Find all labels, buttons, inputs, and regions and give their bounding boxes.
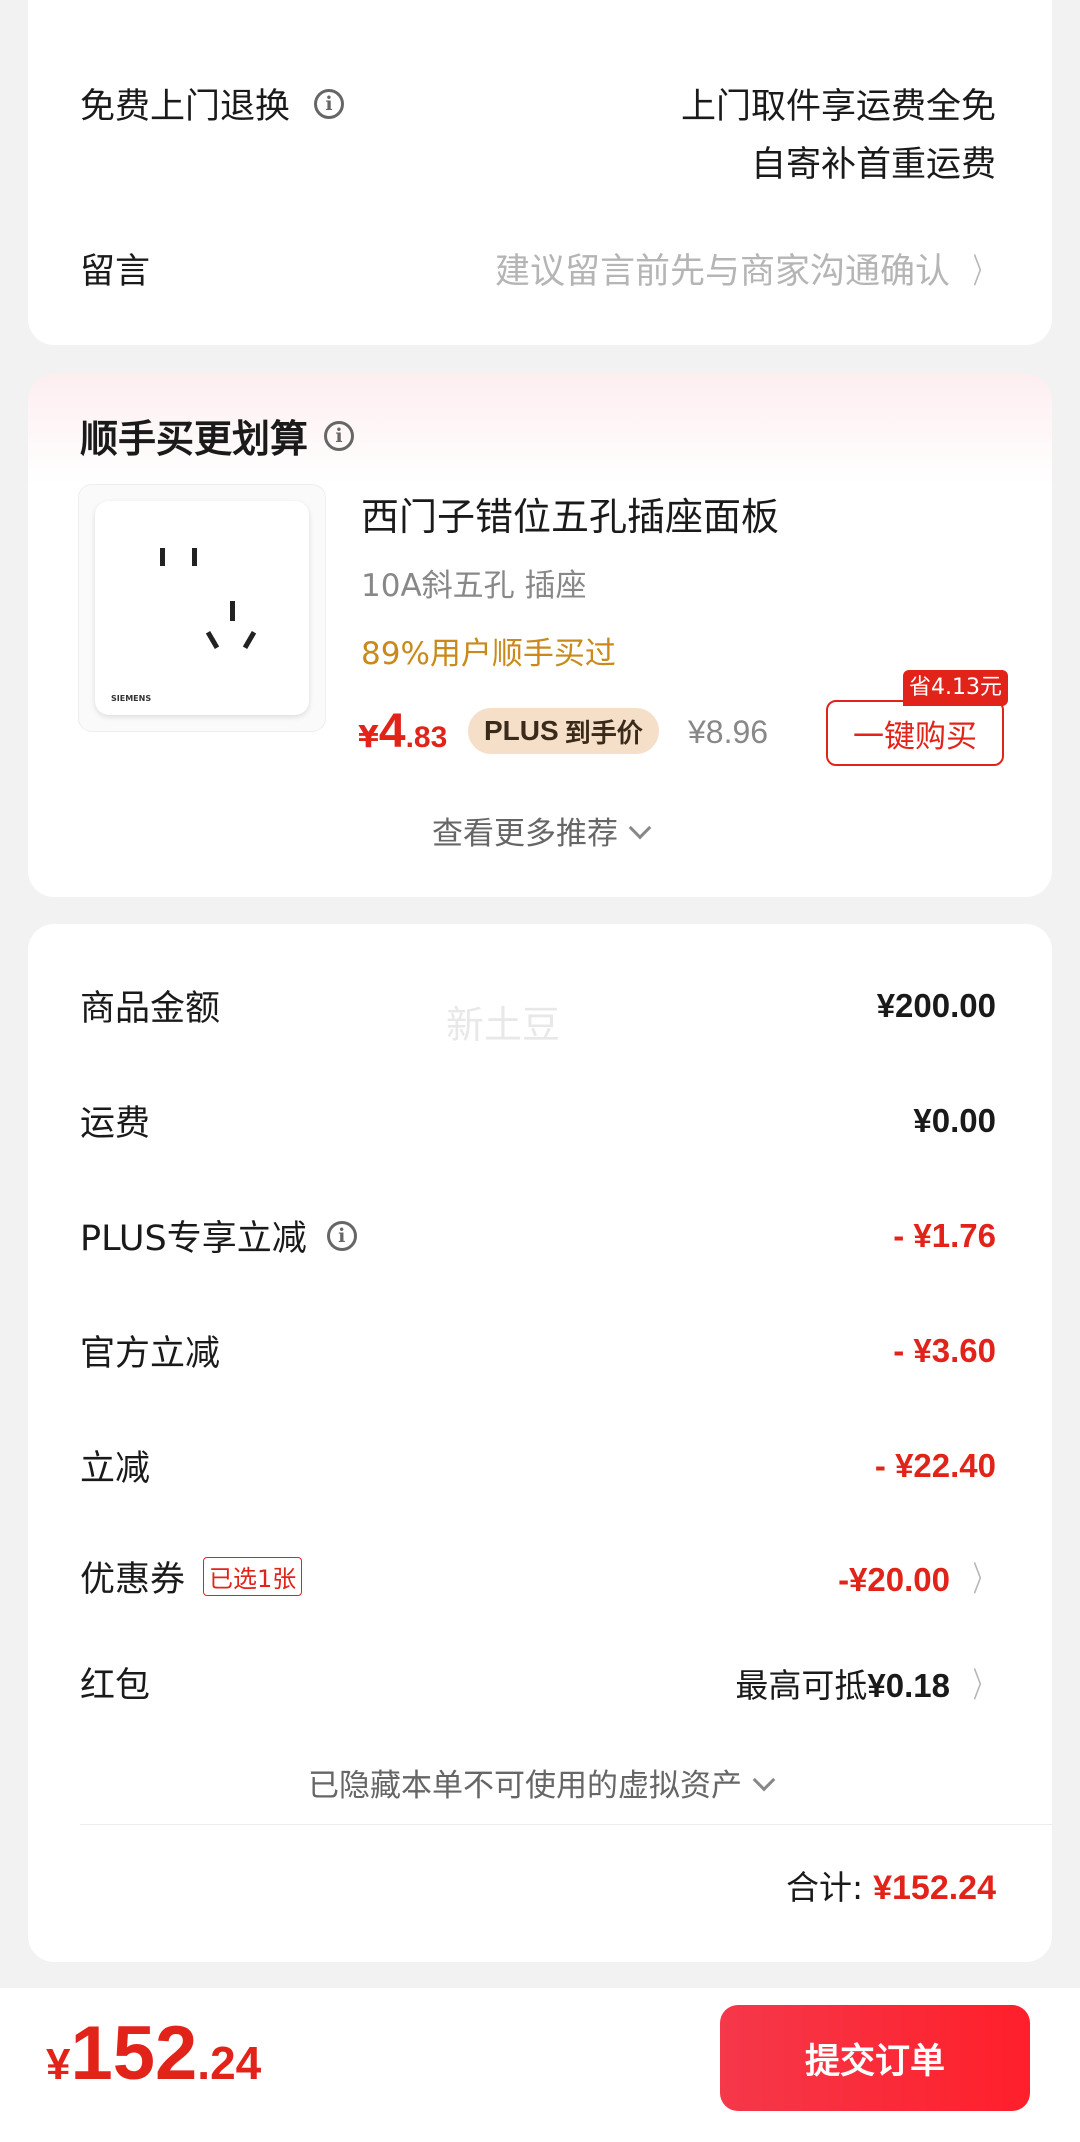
more-recommend-link[interactable]: 查看更多推荐 [28,808,1052,853]
coupon-label: 优惠券 [80,1560,186,1600]
summary-row-official-discount: 官方立减 - ¥3.60 [80,1325,996,1376]
socket-panel: SIEMENS [95,501,309,715]
delivery-card: 免费上门退换 i 上门取件享运费全免 自寄补首重运费 留言 建议留言前先与商家沟… [28,0,1052,345]
message-row[interactable]: 留言 建议留言前先与商家沟通确认〉 [80,243,1000,294]
pay-amount: ¥ 152 .24 [46,2010,261,2097]
pay-amount-int: 152 [70,2011,198,2096]
product-name[interactable]: 西门子错位五孔插座面板 [361,486,779,541]
coupon-value: -¥20.00 [838,1561,950,1598]
plus-discount-value: - ¥1.76 [893,1216,996,1254]
summary-row-coupon[interactable]: 优惠券 已选1张 -¥20.00 〉 [80,1551,1000,1602]
bottom-bar: ¥ 152 .24 提交订单 [0,1988,1080,2142]
recommend-card: 顺手买更划算 i SIEMENS 西门子错位五孔插座面板 10A斜五孔 插座 8… [28,374,1052,897]
goods-amount-label: 商品金额 [80,989,221,1029]
brand-logo: SIEMENS [111,694,152,703]
chevron-right-icon: 〉 [972,252,994,292]
red-packet-value: ¥0.18 [867,1667,950,1704]
plus-badge-bold: PLUS [484,715,559,746]
shipping-label: 运费 [80,1104,151,1144]
plus-badge-text: 到手价 [564,718,643,749]
recommend-title: 顺手买更划算 [80,417,309,461]
free-return-row: 免费上门退换 i 上门取件享运费全免 自寄补首重运费 [80,78,996,194]
total-row: 合计: ¥152.24 [786,1861,996,1909]
plus-discount-label: PLUS专享立减 [80,1219,307,1259]
pay-currency: ¥ [46,2040,71,2089]
recommend-title-row: 顺手买更划算 i [80,408,355,463]
pay-amount-dec: .24 [197,2037,262,2089]
coupon-selected-tag: 已选1张 [203,1557,303,1596]
red-packet-prefix: 最高可抵 [735,1666,868,1705]
hidden-assets-link[interactable]: 已隐藏本单不可使用的虚拟资产 [28,1760,1052,1805]
summary-row-shipping: 运费 ¥0.00 [80,1095,996,1146]
chevron-down-icon [628,816,652,840]
official-discount-label: 官方立减 [80,1334,221,1374]
info-icon[interactable]: i [314,88,345,119]
summary-row-red-packet[interactable]: 红包 最高可抵¥0.18 〉 [80,1657,1000,1708]
total-value: ¥152.24 [873,1869,996,1907]
chevron-right-icon: 〉 [972,1666,994,1706]
summary-row-instant-discount: 立减 - ¥22.40 [80,1440,996,1491]
product-spec: 10A斜五孔 插座 [361,568,587,604]
hidden-assets-label: 已隐藏本单不可使用的虚拟资产 [308,1768,742,1804]
message-placeholder[interactable]: 建议留言前先与商家沟通确认 [495,252,950,292]
total-label: 合计: [785,1868,864,1907]
summary-row-goods: 商品金额 ¥200.00 [80,980,996,1031]
plus-price-badge: PLUS 到手价 [468,708,659,754]
chevron-down-icon [752,1768,776,1792]
price-row: ¥ 4 .83 [358,704,447,759]
goods-amount-value: ¥200.00 [876,986,996,1024]
price-symbol: ¥ [358,720,379,755]
chevron-right-icon: 〉 [972,1560,994,1600]
summary-row-plus-discount: PLUS专享立减 i - ¥1.76 [80,1210,996,1261]
divider [80,1824,1052,1825]
buy-rate: 89%用户顺手买过 [361,636,616,672]
one-click-buy-button[interactable]: 一键购买 [826,700,1004,766]
submit-order-button[interactable]: 提交订单 [720,2005,1030,2111]
official-discount-value: - ¥3.60 [893,1331,996,1369]
one-click-buy-label: 一键购买 [853,718,977,755]
save-badge: 省4.13元 [903,670,1008,706]
more-recommend-label: 查看更多推荐 [432,816,618,852]
info-icon[interactable]: i [324,420,355,451]
free-return-value-line2: 自寄补首重运费 [750,145,996,185]
message-label: 留言 [80,252,151,292]
price-summary-card: 新土豆 商品金额 ¥200.00 运费 ¥0.00 PLUS专享立减 i - ¥… [28,924,1052,1962]
price-int: 4 [378,705,406,758]
instant-discount-value: - ¥22.40 [874,1446,996,1484]
instant-discount-label: 立减 [80,1449,151,1489]
free-return-label: 免费上门退换 [80,87,291,127]
submit-order-label: 提交订单 [804,2041,945,2082]
shipping-value: ¥0.00 [913,1101,996,1139]
red-packet-label: 红包 [80,1666,151,1706]
info-icon[interactable]: i [326,1220,357,1251]
product-image[interactable]: SIEMENS [78,484,326,732]
original-price: ¥8.96 [688,714,769,750]
free-return-value-line1: 上门取件享运费全免 [680,87,996,127]
price-dec: .83 [405,721,448,754]
